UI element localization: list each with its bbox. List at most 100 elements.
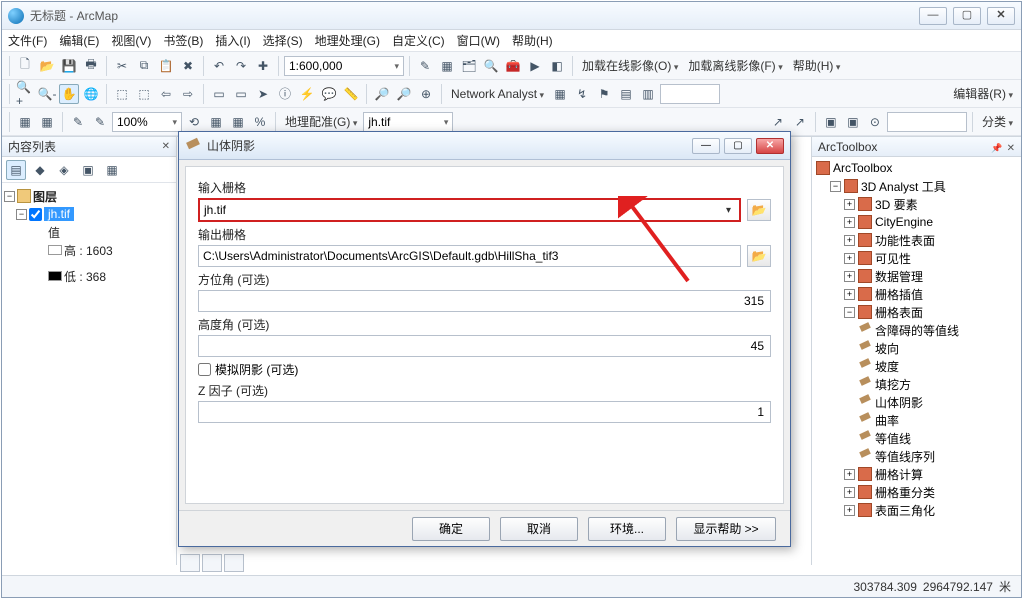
expand-icon[interactable]: + — [844, 505, 855, 516]
show-help-button[interactable]: 显示帮助 >> — [676, 517, 776, 541]
tbx-raster-surface[interactable]: −栅格表面 — [814, 303, 1019, 321]
layout-zoom-combo[interactable]: 100% — [112, 112, 182, 132]
zoom-in-icon[interactable]: 🔍+ — [15, 84, 35, 104]
collapse-icon[interactable]: − — [844, 307, 855, 318]
dialog-minimize-button[interactable]: — — [692, 138, 720, 154]
dialog-maximize-button[interactable]: ▢ — [724, 138, 752, 154]
find-icon[interactable]: 🔎 — [372, 84, 392, 104]
na-icon3[interactable]: ⚑ — [594, 84, 614, 104]
dialog-close-button[interactable]: ✕ — [756, 138, 784, 154]
new-icon[interactable]: 🗋 — [15, 56, 35, 76]
copy-icon[interactable]: ⧉ — [134, 56, 154, 76]
expand-icon[interactable]: + — [844, 469, 855, 480]
list-by-visibility-icon[interactable]: ◈ — [54, 160, 74, 180]
layout-icon2[interactable]: ▦ — [37, 112, 57, 132]
cancel-button[interactable]: 取消 — [500, 517, 578, 541]
pin-icon[interactable]: 📌 — [991, 143, 1002, 153]
tbx-item[interactable]: +可见性 — [814, 249, 1019, 267]
tbx-item[interactable]: +数据管理 — [814, 267, 1019, 285]
layout-icon6[interactable]: % — [250, 112, 270, 132]
refresh-button[interactable] — [224, 554, 244, 572]
output-raster-input[interactable] — [198, 245, 741, 267]
tbx-tool[interactable]: 含障碍的等值线 — [814, 321, 1019, 339]
toc-root[interactable]: − 图层 — [4, 187, 174, 205]
tbx-item[interactable]: +栅格插值 — [814, 285, 1019, 303]
environments-button[interactable]: 环境... — [588, 517, 666, 541]
paste-icon[interactable]: 📋 — [156, 56, 176, 76]
expand-icon[interactable]: + — [844, 235, 855, 246]
na-window-icon[interactable]: ▦ — [550, 84, 570, 104]
azimuth-input[interactable]: 315 — [198, 290, 771, 312]
tbx-tool[interactable]: 等值线 — [814, 429, 1019, 447]
tbx-tool-hillshade[interactable]: 山体阴影 — [814, 393, 1019, 411]
tbx-item[interactable]: +CityEngine — [814, 213, 1019, 231]
expand-icon[interactable]: + — [844, 199, 855, 210]
close-button[interactable]: ✕ — [987, 7, 1015, 25]
pan-icon[interactable]: ✋ — [59, 84, 79, 104]
misc-icon1[interactable]: ↗ — [768, 112, 788, 132]
altitude-input[interactable]: 45 — [198, 335, 771, 357]
toc-layer-row[interactable]: − jh.tif — [4, 205, 174, 223]
georef-layer-combo[interactable]: jh.tif — [363, 112, 453, 132]
na-icon4[interactable]: ▤ — [616, 84, 636, 104]
full-extent-icon[interactable]: 🌐 — [81, 84, 101, 104]
search-icon[interactable]: 🔍 — [481, 56, 501, 76]
layer-name[interactable]: jh.tif — [44, 207, 74, 221]
collapse-icon[interactable]: − — [830, 181, 841, 192]
list-by-source-icon[interactable]: ◆ — [30, 160, 50, 180]
na-icon2[interactable]: ↯ — [572, 84, 592, 104]
menu-help[interactable]: 帮助(H) — [512, 32, 553, 49]
menu-edit[interactable]: 编辑(E) — [59, 32, 99, 49]
layout-view-button[interactable] — [202, 554, 222, 572]
catalog-icon[interactable]: 🗂 — [459, 56, 479, 76]
toc-options-icon[interactable]: ▦ — [102, 160, 122, 180]
expand-icon[interactable]: + — [844, 253, 855, 264]
misc-icon3[interactable]: ▣ — [821, 112, 841, 132]
tbx-item[interactable]: +栅格重分类 — [814, 483, 1019, 501]
cut-icon[interactable]: ✂ — [112, 56, 132, 76]
classify-menu[interactable]: 分类 — [978, 113, 1017, 130]
menu-window[interactable]: 窗口(W) — [457, 32, 500, 49]
menu-select[interactable]: 选择(S) — [263, 32, 303, 49]
open-icon[interactable]: 📂 — [37, 56, 57, 76]
zfactor-input[interactable]: 1 — [198, 401, 771, 423]
tbx-item[interactable]: +功能性表面 — [814, 231, 1019, 249]
layer-visibility-checkbox[interactable] — [29, 208, 42, 221]
redo-icon[interactable]: ↷ — [231, 56, 251, 76]
classify-textbox[interactable] — [887, 112, 967, 132]
misc-icon2[interactable]: ↗ — [790, 112, 810, 132]
tbx-tool[interactable]: 曲率 — [814, 411, 1019, 429]
toc-icon[interactable]: ▦ — [437, 56, 457, 76]
tbx-item[interactable]: +栅格计算 — [814, 465, 1019, 483]
add-data-icon[interactable]: ✚ — [253, 56, 273, 76]
expand-icon[interactable]: + — [844, 271, 855, 282]
forward-extent-icon[interactable]: ⇨ — [178, 84, 198, 104]
expand-icon[interactable]: + — [844, 217, 855, 228]
dialog-titlebar[interactable]: 山体阴影 — ▢ ✕ — [179, 132, 790, 160]
save-icon[interactable]: 💾 — [59, 56, 79, 76]
list-by-selection-icon[interactable]: ▣ — [78, 160, 98, 180]
fixed-zoom-out-icon[interactable]: ⬚ — [134, 84, 154, 104]
tbx-tool[interactable]: 坡度 — [814, 357, 1019, 375]
editor-icon[interactable]: ✎ — [415, 56, 435, 76]
online-imagery-menu[interactable]: 加载在线影像(O) — [578, 57, 682, 74]
layout-icon5[interactable]: ▦ — [228, 112, 248, 132]
model-icon[interactable]: ◧ — [547, 56, 567, 76]
misc-icon4[interactable]: ▣ — [843, 112, 863, 132]
expand-icon[interactable]: + — [844, 289, 855, 300]
na-icon5[interactable]: ▥ — [638, 84, 658, 104]
maximize-button[interactable]: ▢ — [953, 7, 981, 25]
measure-icon[interactable]: 📏 — [341, 84, 361, 104]
goto-xy-icon[interactable]: ⊕ — [416, 84, 436, 104]
fixed-zoom-in-icon[interactable]: ⬚ — [112, 84, 132, 104]
toc-close-icon[interactable]: ✕ — [162, 141, 170, 152]
menu-view[interactable]: 视图(V) — [111, 32, 151, 49]
input-raster-browse-button[interactable] — [747, 199, 771, 221]
menu-file[interactable]: 文件(F) — [8, 32, 47, 49]
editor-menu[interactable]: 编辑器(R) — [949, 85, 1017, 102]
offline-imagery-menu[interactable]: 加载离线影像(F) — [684, 57, 786, 74]
data-view-button[interactable] — [180, 554, 200, 572]
list-by-drawing-icon[interactable]: ▤ — [6, 160, 26, 180]
layout-icon3[interactable]: ⟲ — [184, 112, 204, 132]
menu-bookmarks[interactable]: 书签(B) — [163, 32, 203, 49]
